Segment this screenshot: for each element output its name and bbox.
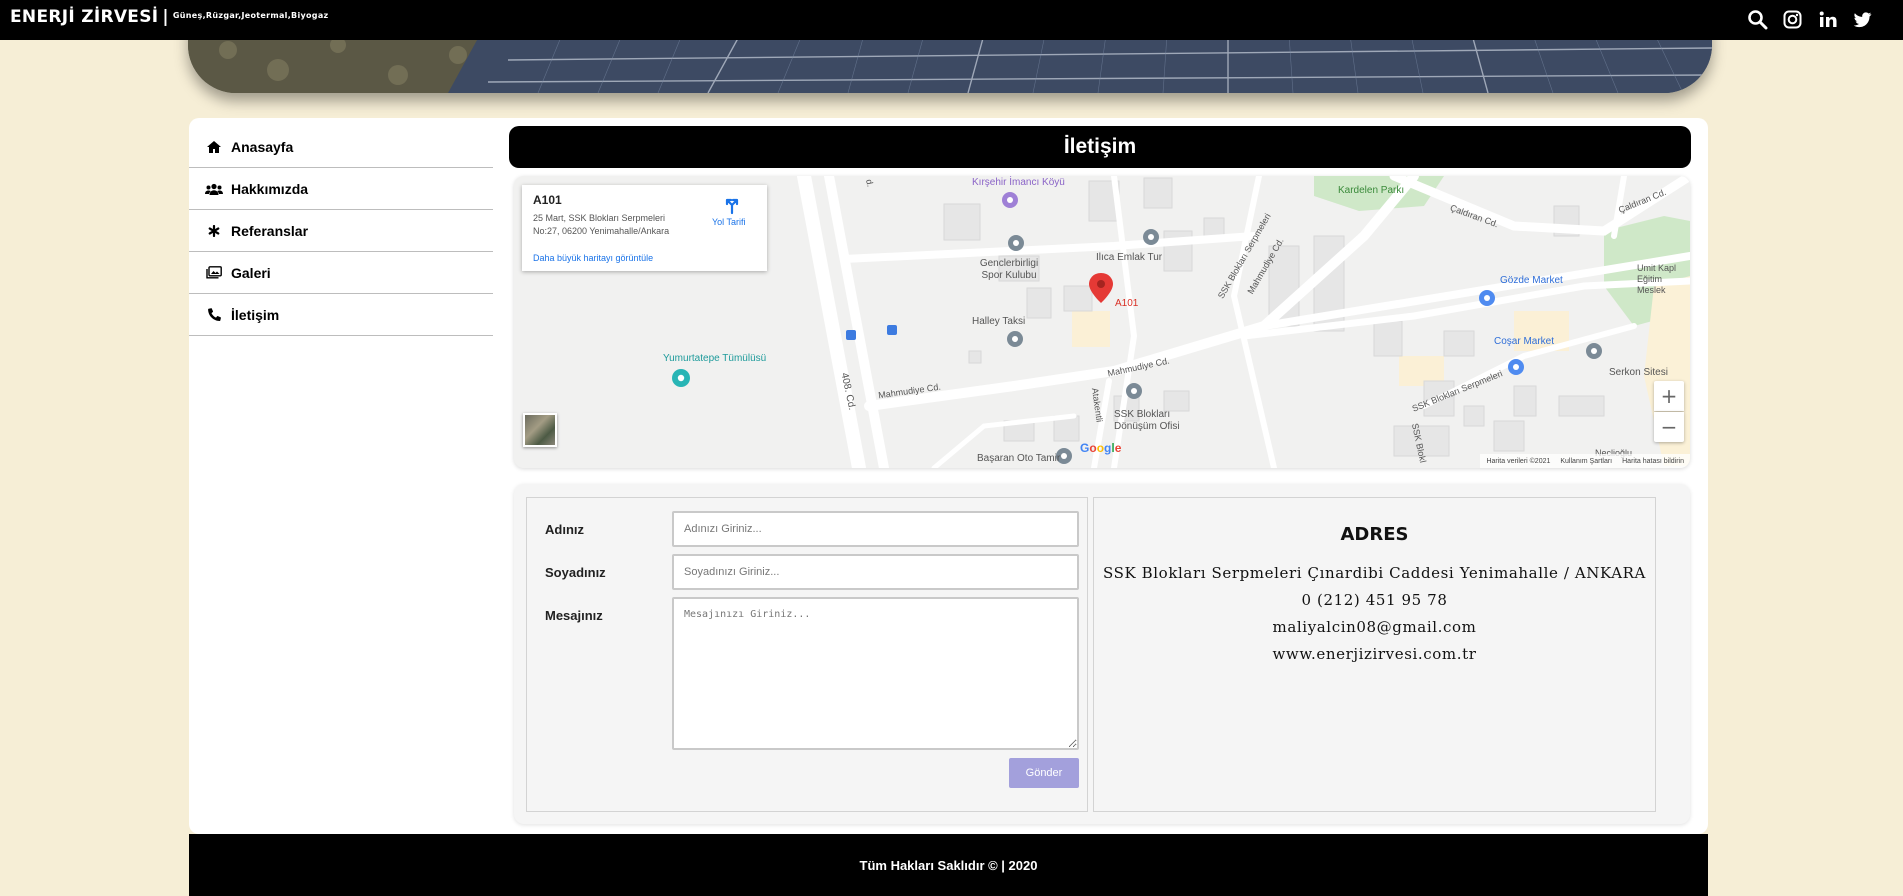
- map-label: A101: [1115, 298, 1139, 309]
- asterisk-icon: [205, 223, 223, 239]
- sidebar-item-label: Hakkımızda: [231, 180, 309, 197]
- embedded-map[interactable]: Kırşehir İmancı Köyü Kardelen Parkı Genc…: [514, 176, 1690, 468]
- map-label: Yumurtatepe Tümülüsü: [663, 353, 767, 364]
- bigger-map-link[interactable]: Daha büyük haritayı görüntüle: [533, 253, 653, 263]
- sidebar-nav: Anasayfa Hakkımızda Referanslar Galeri İ…: [189, 126, 493, 336]
- page-title: İletişim: [1063, 135, 1137, 158]
- map-terms-link[interactable]: Kullanım Şartları: [1560, 458, 1612, 465]
- images-icon: [205, 265, 223, 281]
- map-label: Başaran Oto Tamir: [977, 453, 1061, 464]
- brand-logo[interactable]: ENERJİ ZİRVESİ | Güneş,Rüzgar,Jeotermal,Bi…: [10, 7, 329, 27]
- sidebar-item-label: İletişim: [231, 306, 280, 323]
- page-title-bar: İletişim: [509, 126, 1691, 168]
- map-label: SSK Blokları Dönüşüm Ofisi: [1114, 409, 1180, 432]
- sidebar-item-label: Anasayfa: [231, 138, 294, 155]
- map-label: Serkon Sitesi: [1609, 367, 1668, 378]
- address-email: maliyalcin08@gmail.com: [1272, 618, 1477, 636]
- surname-label: Soyadınız: [545, 565, 606, 580]
- address-phone: 0 (212) 451 95 78: [1301, 591, 1448, 609]
- brand-separator: |: [162, 7, 169, 27]
- phone-icon: [205, 307, 223, 323]
- sidebar-item-iletisim[interactable]: İletişim: [189, 294, 493, 336]
- social-icons: [1747, 9, 1873, 30]
- map-label: Coşar Market: [1494, 336, 1555, 347]
- top-navbar: ENERJİ ZİRVESİ | Güneş,Rüzgar,Jeotermal,Bi…: [0, 0, 1903, 40]
- name-input[interactable]: [672, 511, 1079, 547]
- map-report-link[interactable]: Harita hatası bildirin: [1622, 458, 1684, 465]
- satellite-toggle[interactable]: [523, 413, 557, 447]
- map-place-address: 25 Mart, SSK Blokları Serpmeleri No:27, …: [533, 213, 670, 236]
- sidebar-item-referanslar[interactable]: Referanslar: [189, 210, 493, 252]
- address-street: SSK Blokları Serpmeleri Çınardibi Caddes…: [1103, 564, 1646, 582]
- sidebar-item-hakkimizda[interactable]: Hakkımızda: [189, 168, 493, 210]
- map-label: Halley Taksi: [972, 316, 1026, 327]
- map-label: Genclerbirligi Spor Kulubu: [979, 258, 1039, 281]
- map-place-card: A101 25 Mart, SSK Blokları Serpmeleri No…: [522, 185, 767, 271]
- directions-link[interactable]: Yol Tarifi: [712, 217, 746, 227]
- directions-icon[interactable]: [722, 195, 742, 215]
- sidebar-item-galeri[interactable]: Galeri: [189, 252, 493, 294]
- address-website: www.enerjizirvesi.com.tr: [1272, 645, 1477, 663]
- zoom-out-button[interactable]: −: [1654, 412, 1684, 442]
- map-place-name: A101: [533, 193, 562, 207]
- instagram-icon[interactable]: [1782, 9, 1803, 30]
- users-icon: [205, 181, 223, 197]
- twitter-icon[interactable]: [1852, 9, 1873, 30]
- page-footer: Tüm Hakları Saklıdır © | 2020: [189, 834, 1708, 896]
- name-label: Adınız: [545, 522, 584, 537]
- copyright-text: Tüm Hakları Saklıdır © | 2020: [859, 857, 1038, 873]
- sidebar-item-anasayfa[interactable]: Anasayfa: [189, 126, 493, 168]
- message-textarea[interactable]: [672, 597, 1079, 750]
- map-label: Kardelen Parkı: [1338, 185, 1405, 196]
- sidebar-item-label: Galeri: [231, 264, 271, 281]
- linkedin-icon[interactable]: [1817, 9, 1838, 30]
- submit-button[interactable]: Gönder: [1009, 758, 1079, 788]
- brand-tagline: Güneş,Rüzgar,Jeotermal,Biyogaz: [172, 10, 329, 20]
- map-label: Kırşehir İmancı Köyü: [972, 177, 1065, 188]
- message-label: Mesajınız: [545, 608, 603, 623]
- zoom-in-button[interactable]: +: [1654, 381, 1684, 411]
- surname-input[interactable]: [672, 554, 1079, 590]
- map-label: Gözde Market: [1500, 275, 1563, 286]
- home-icon: [205, 139, 223, 155]
- address-title: ADRES: [1340, 524, 1409, 545]
- map-label: Umit Kapl Eğitim Meslek: [1637, 263, 1677, 295]
- map-footer: Harita verileri ©2021 Kullanım Şartları …: [1480, 454, 1690, 468]
- map-data-credit: Harita verileri ©2021: [1486, 457, 1551, 465]
- search-icon[interactable]: [1747, 9, 1768, 30]
- brand-name: ENERJİ ZİRVESİ: [10, 7, 159, 27]
- map-label: Ilıca Emlak Tur: [1096, 252, 1163, 263]
- google-logo: Google: [1080, 441, 1122, 455]
- sidebar-item-label: Referanslar: [231, 222, 309, 239]
